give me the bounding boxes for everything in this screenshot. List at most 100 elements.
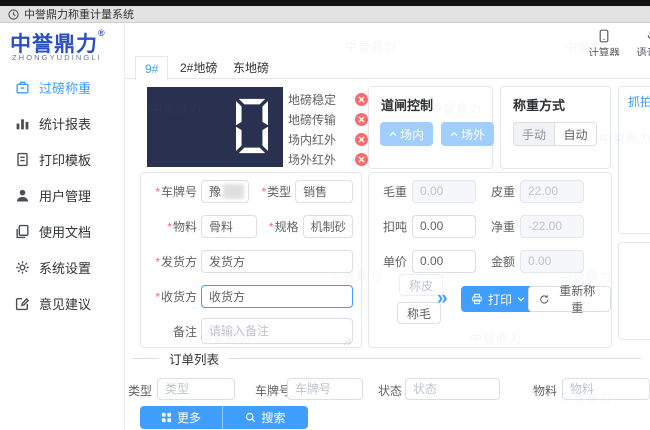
sidebar-item-label: 过磅称重 <box>39 80 92 96</box>
label-text: 发货方 <box>160 254 197 269</box>
net-label: 净重 <box>490 219 515 234</box>
user-icon <box>16 189 29 201</box>
chevron-down-icon <box>517 297 525 302</box>
search-button[interactable]: 搜索 <box>222 406 308 429</box>
tab-label: 9# <box>145 61 159 76</box>
gross-label: 毛重 <box>382 184 407 199</box>
sidebar-item-weighing[interactable]: 过磅称重 <box>0 69 125 105</box>
textarea-resize-handle[interactable] <box>344 338 351 345</box>
scale-icon <box>16 81 29 94</box>
status-row: 场外红外 <box>288 149 368 169</box>
chevron-up-icon <box>389 131 397 137</box>
divider-line <box>133 357 159 359</box>
edit-icon <box>15 297 30 310</box>
tab-scale-east[interactable]: 东地磅 <box>233 56 269 79</box>
filter-status-label: 状态 <box>378 384 403 398</box>
more-button[interactable]: 更多 <box>140 406 222 429</box>
status-row: 场内红外 <box>288 129 368 149</box>
tab-scale-2[interactable]: 2#地磅 <box>180 56 217 79</box>
sidebar-item-print-template[interactable]: 打印模板 <box>0 141 125 177</box>
sidebar-item-settings[interactable]: 系统设置 <box>0 249 125 285</box>
filter-type-input[interactable] <box>157 378 235 400</box>
sidebar: 中誉鼎力® ZHONGYUDINGLI 过磅称重 统计报表 打印模板 用户管理 … <box>0 23 125 430</box>
error-cross-icon <box>355 112 368 126</box>
sidebar-item-label: 打印模板 <box>39 152 92 168</box>
material-input[interactable] <box>201 214 257 238</box>
reweigh-button[interactable]: 重新称重 <box>528 284 611 315</box>
gross-input <box>412 179 476 203</box>
sidebar-item-label: 系统设置 <box>39 260 92 276</box>
error-cross-icon <box>355 92 368 106</box>
print-label: 打印 <box>488 292 513 307</box>
sidebar-item-feedback[interactable]: 意见建议 <box>0 285 125 321</box>
required-mark: * <box>167 219 172 234</box>
filter-status-input[interactable] <box>405 378 500 400</box>
gate-outside-label: 场外 <box>460 127 485 142</box>
filter-material-label: 物料 <box>533 384 558 398</box>
filter-plate-label: 车牌号 <box>255 384 292 398</box>
weigh-gross-button[interactable]: 称毛 <box>397 302 442 324</box>
gate-inside-button[interactable]: 场内 <box>380 122 433 146</box>
receiver-input[interactable] <box>201 284 353 308</box>
material-label: *物料 <box>145 218 197 235</box>
weights-panel: 毛重 皮重 扣吨 净重 单价 金额 称皮 称毛 » 打印 重新称重 <box>368 172 612 348</box>
sidebar-item-docs[interactable]: 使用文档 <box>0 213 125 249</box>
scale-status-list: 地磅稳定 地磅传输 场内红外 场外红外 <box>288 89 368 169</box>
shipper-label: *发货方 <box>145 253 197 270</box>
remark-textarea[interactable] <box>201 318 353 344</box>
required-mark: * <box>155 289 160 304</box>
status-label: 地磅传输 <box>288 112 337 127</box>
scale-tabs: 9# 2#地磅 东地磅 <box>125 56 650 80</box>
sidebar-item-label: 使用文档 <box>39 224 92 240</box>
document-icon <box>17 152 28 166</box>
search-label: 搜索 <box>261 411 286 425</box>
net-input <box>520 214 584 238</box>
mode-manual-button[interactable]: 手动 <box>513 122 555 146</box>
sidebar-item-user-management[interactable]: 用户管理 <box>0 177 125 213</box>
grid-icon <box>161 412 172 423</box>
required-mark: * <box>155 184 160 199</box>
receiver-label: *收货方 <box>145 288 197 305</box>
deduct-input[interactable] <box>412 214 476 238</box>
type-input[interactable] <box>295 179 353 203</box>
snapshot-panel-lower <box>618 242 650 340</box>
status-label: 场外红外 <box>288 152 337 167</box>
divider-line <box>229 357 641 359</box>
amount-label: 金额 <box>490 254 515 269</box>
price-input[interactable] <box>412 249 476 273</box>
plate-field-wrap <box>201 179 250 203</box>
gate-control-title: 道闸控制 <box>381 98 434 113</box>
gate-outside-button[interactable]: 场外 <box>441 122 494 146</box>
tab-scale-9[interactable]: 9# <box>135 56 169 80</box>
label-text: 物料 <box>172 219 197 234</box>
logo-subtext: ZHONGYUDINGLI <box>12 53 102 62</box>
mode-auto-button[interactable]: 自动 <box>555 122 597 146</box>
refresh-icon <box>540 294 549 304</box>
label-text: 规格 <box>274 219 299 234</box>
deduct-label: 扣吨 <box>382 219 407 234</box>
error-cross-icon <box>355 132 368 146</box>
print-button[interactable]: 打印 <box>461 286 536 312</box>
search-icon <box>246 412 256 423</box>
spec-input[interactable] <box>302 214 353 238</box>
snapshot-link[interactable]: 抓拍 <box>628 93 650 110</box>
required-mark: * <box>268 219 274 234</box>
status-row: 地磅稳定 <box>288 89 368 109</box>
seven-segment-zero <box>236 98 268 154</box>
filter-material-input[interactable] <box>562 378 650 400</box>
label-text: 收货方 <box>160 289 197 304</box>
filter-plate-input[interactable] <box>287 378 363 400</box>
gear-icon <box>16 260 29 274</box>
required-mark: * <box>261 184 267 199</box>
sidebar-item-reports[interactable]: 统计报表 <box>0 105 125 141</box>
weigh-mode-title: 称重方式 <box>513 98 566 113</box>
chevron-up-icon <box>450 131 458 137</box>
remark-label: 备注 <box>145 323 197 340</box>
weigh-tare-label: 称皮 <box>409 278 434 293</box>
double-chevron-icon: » <box>437 288 448 309</box>
plate-blur-mask <box>223 183 245 199</box>
shipper-input[interactable] <box>201 249 353 273</box>
label-text: 备注 <box>172 324 197 339</box>
window-title: 中誉鼎力称重计量系统 <box>24 9 134 21</box>
status-label: 地磅稳定 <box>288 92 337 107</box>
